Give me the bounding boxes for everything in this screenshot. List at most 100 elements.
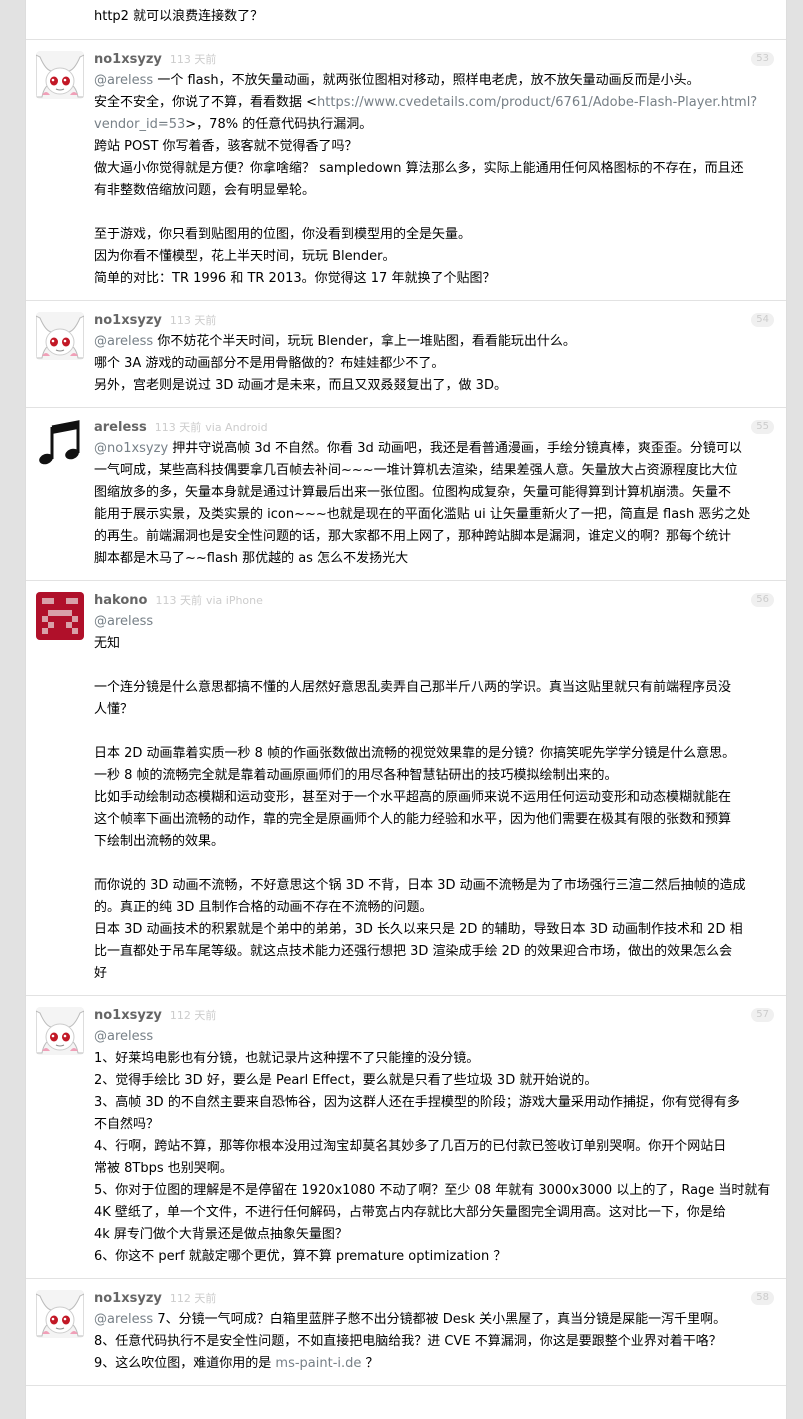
kyubey-avatar[interactable] <box>36 1290 84 1338</box>
reply-time: 113 天前 <box>154 421 202 434</box>
mention-link[interactable]: @no1xsyzy <box>94 441 168 456</box>
previous-reply-text: http2 就可以浪费连接数了？ <box>94 9 264 24</box>
reply-line: @no1xsyzy 押井守说高帧 3d 不自然。你看 3d 动画吧，我还是看普通… <box>94 438 774 460</box>
reply-item: no1xsyzy 112 天前 58 @areless 7、分镜一气呵成？白箱里蓝胖子… <box>26 1279 786 1386</box>
reply-line: 3、高帧 3D 的不自然主要来自恐怖谷，因为这群人还在手捏模型的阶段；游戏大量采… <box>94 1092 774 1114</box>
reply-time: 112 天前 <box>169 1292 217 1305</box>
line-text: 不自然吗？ <box>94 1117 160 1132</box>
kyubey-avatar[interactable] <box>36 1007 84 1055</box>
mention-link[interactable]: @areless <box>94 614 153 629</box>
line-text: 因为你看不懂模型，花上半天时间，玩玩 Blender。 <box>94 249 396 264</box>
line-text: 安全不安全，你说了不算，看看数据 < <box>94 95 318 110</box>
username-link[interactable]: areless <box>94 420 147 435</box>
floor-number-badge: 57 <box>751 1008 774 1022</box>
line-text-after: ？ <box>361 1356 379 1371</box>
line-text: 日本 3D 动画技术的积累就是个弟中的弟弟，3D 长久以来只是 2D 的辅助，导… <box>94 922 743 937</box>
kyubey-avatar[interactable] <box>36 51 84 99</box>
line-text: 的再生。前端漏洞也是安全性问题的话，那大家都不用上网了，那种跨站脚本是漏洞，谁定… <box>94 529 732 544</box>
reply-line: 跨站 POST 你写着香，骇客就不觉得香了吗？ <box>94 136 774 158</box>
line-text: 图缩放多的多，矢量本身就是通过计算最后出来一张位图。位图构成复杂，矢量可能得算到… <box>94 485 732 500</box>
external-link[interactable]: ms-paint-i.de <box>275 1356 361 1371</box>
reply-line: 有非整数倍缩放问题，会有明显晕轮。 <box>94 180 774 202</box>
line-text: 做大逼小你觉得就是方便？你拿啥缩？ sampledown 算法那么多，实际上能通… <box>94 161 744 176</box>
reply-line: 好 <box>94 963 774 985</box>
line-text: 一气呵成，某些高科技偶要拿几百帧去补间~~~一堆计算机去渲染，结果差强人意。矢量… <box>94 463 738 478</box>
line-text: 2、觉得手绘比 3D 好，要么是 Pearl Effect，要么就是只看了些垃圾… <box>94 1073 598 1088</box>
line-text: 押井守说高帧 3d 不自然。你看 3d 动画吧，我还是看普通漫画，手绘分镜真棒，… <box>168 441 742 456</box>
line-text: 7、分镜一气呵成？白箱里蓝胖子憋不出分镜都被 Desk 关小黑屋了，真当分镜是屎… <box>153 1312 727 1327</box>
floor-number-badge: 53 <box>751 52 774 66</box>
line-text: 日本 2D 动画靠着实质一秒 8 帧的作画张数做出流畅的视觉效果靠的是分镜？你搞… <box>94 746 736 761</box>
reply-line: 不自然吗？ <box>94 1114 774 1136</box>
mention-link[interactable]: @areless <box>94 73 153 88</box>
line-text: 9、这么吹位图，难道你用的是 <box>94 1356 276 1371</box>
reply-line: 日本 3D 动画技术的积累就是个弟中的弟弟，3D 长久以来只是 2D 的辅助，导… <box>94 919 774 941</box>
reply-line: 因为你看不懂模型，花上半天时间，玩玩 Blender。 <box>94 246 774 268</box>
username-link[interactable]: no1xsyzy <box>94 1291 162 1306</box>
username-link[interactable]: no1xsyzy <box>94 1008 162 1023</box>
username-link[interactable]: hakono <box>94 593 147 608</box>
reply-time: 113 天前 <box>155 594 202 607</box>
reply-line: 日本 2D 动画靠着实质一秒 8 帧的作画张数做出流畅的视觉效果靠的是分镜？你搞… <box>94 743 774 765</box>
line-text: 6、你这不 perf 就敲定哪个更优，算不算 premature optimiz… <box>94 1249 507 1264</box>
reply-line: 9、这么吹位图，难道你用的是 ms-paint-i.de ？ <box>94 1353 774 1375</box>
reply-line: @areless 7、分镜一气呵成？白箱里蓝胖子憋不出分镜都被 Desk 关小黑… <box>94 1309 774 1331</box>
reply-box: http2 就可以浪费连接数了？ no1xsyzy 113 天前 53 @areles… <box>25 0 787 1419</box>
reply-line: 5、你对于位图的理解是不是停留在 1920x1080 不动了啊？至少 08 年就… <box>94 1180 774 1202</box>
reply-time: 112 天前 <box>169 1009 217 1022</box>
reply-body: @areless 7、分镜一气呵成？白箱里蓝胖子憋不出分镜都被 Desk 关小黑… <box>94 1309 774 1375</box>
reply-line: 4K 壁纸了，单一个文件，不进行任何解码，占带宽占内存就比大部分矢量图完全调用高… <box>94 1202 774 1224</box>
username-link[interactable]: no1xsyzy <box>94 52 162 67</box>
reply-line: 简单的对比：TR 1996 和 TR 2013。你觉得这 17 年就换了个贴图？ <box>94 268 774 290</box>
external-link[interactable]: https://www.cvedetails.com/product/6761/… <box>317 95 757 110</box>
reply-header: no1xsyzy 113 天前 53 <box>94 50 774 70</box>
mention-link[interactable]: @areless <box>94 1312 153 1327</box>
reply-line: 图缩放多的多，矢量本身就是通过计算最后出来一张位图。位图构成复杂，矢量可能得算到… <box>94 482 774 504</box>
reply-header: areless 113 天前 via Android 55 <box>94 418 774 438</box>
pixel-avatar[interactable] <box>36 592 84 640</box>
reply-content: no1xsyzy 113 天前 54 @areless 你不妨花个半天时间，玩玩 Bl… <box>94 311 786 397</box>
line-text: 4K 壁纸了，单一个文件，不进行任何解码，占带宽占内存就比大部分矢量图完全调用高… <box>94 1205 726 1220</box>
line-text: 简单的对比：TR 1996 和 TR 2013。你觉得这 17 年就换了个贴图？ <box>94 271 496 286</box>
reply-header: no1xsyzy 112 天前 58 <box>94 1289 774 1309</box>
reply-line: 脚本都是木马了~~flash 那优越的 as 怎么不发扬光大 <box>94 548 774 570</box>
line-text: 脚本都是木马了~~flash 那优越的 as 怎么不发扬光大 <box>94 551 409 566</box>
reply-line: 6、你这不 perf 就敲定哪个更优，算不算 premature optimiz… <box>94 1246 774 1268</box>
reply-item: hakono 113 天前 via iPhone 56 @areless 无知 一个连分镜是… <box>26 581 786 996</box>
reply-item: areless 113 天前 via Android 55 @no1xsyzy 押井守说… <box>26 408 786 581</box>
line-text: 你不妨花个半天时间，玩玩 Blender，拿上一堆贴图，看看能玩出什么。 <box>153 334 576 349</box>
floor-number-badge: 54 <box>751 313 774 327</box>
external-link[interactable]: vendor_id=53 <box>94 117 185 132</box>
line-text: 4、行啊，跨站不算，那等你根本没用过淘宝却莫名其妙多了几百万的已付款已签收订单别… <box>94 1139 727 1154</box>
kyubey-avatar[interactable] <box>36 312 84 360</box>
reply-line: 无知 <box>94 633 774 655</box>
previous-reply-tail: http2 就可以浪费连接数了？ <box>26 0 786 40</box>
line-text: 比一直都处于吊车尾等级。就这点技术能力还强行想把 3D 渲染成手绘 2D 的效果… <box>94 944 733 959</box>
reply-line: 哪个 3A 游戏的动画部分不是用骨骼做的？布娃娃都少不了。 <box>94 353 774 375</box>
floor-number-badge: 55 <box>751 420 774 434</box>
reply-line: 1、好莱坞电影也有分镜，也就记录片这种摆不了只能撞的没分镜。 <box>94 1048 774 1070</box>
username-link[interactable]: no1xsyzy <box>94 313 162 328</box>
line-text: 3、高帧 3D 的不自然主要来自恐怖谷，因为这群人还在手捏模型的阶段；游戏大量采… <box>94 1095 740 1110</box>
reply-line: vendor_id=53>，78% 的任意代码执行漏洞。 <box>94 114 774 136</box>
reply-line: 而你说的 3D 动画不流畅，不好意思这个锅 3D 不背，日本 3D 动画不流畅是… <box>94 875 774 897</box>
reply-device: via iPhone <box>205 594 263 607</box>
reply-body: @areless 一个 flash，不放矢量动画，就两张位图相对移动，照样电老虎… <box>94 70 774 290</box>
line-text: 的。真正的纯 3D 且制作合格的动画不存在不流畅的问题。 <box>94 900 433 915</box>
reply-line: 的。真正的纯 3D 且制作合格的动画不存在不流畅的问题。 <box>94 897 774 919</box>
mention-link[interactable]: @areless <box>94 1029 153 1044</box>
line-text: 一个 flash，不放矢量动画，就两张位图相对移动，照样电老虎，放不放矢量动画反… <box>153 73 700 88</box>
music-note-avatar[interactable] <box>36 419 84 467</box>
mention-link[interactable]: @areless <box>94 334 153 349</box>
line-text: 5、你对于位图的理解是不是停留在 1920x1080 不动了啊？至少 08 年就… <box>94 1183 771 1198</box>
reply-line: 4k 屏专门做个大背景还是做点抽象矢量图？ <box>94 1224 774 1246</box>
reply-line: 常被 8Tbps 也别哭啊。 <box>94 1158 774 1180</box>
reply-line: 能用于展示实景，及类实景的 icon~~~也就是现在的平面化滥贴 ui 让矢量重… <box>94 504 774 526</box>
reply-line: @areless <box>94 1026 774 1048</box>
reply-line: 的再生。前端漏洞也是安全性问题的话，那大家都不用上网了，那种跨站脚本是漏洞，谁定… <box>94 526 774 548</box>
reply-time: 113 天前 <box>169 314 217 327</box>
reply-content: no1xsyzy 112 天前 57 @areless 1、好莱坞电影也有分镜，也就记录… <box>94 1006 786 1268</box>
floor-number-badge: 56 <box>751 593 774 607</box>
reply-body: @no1xsyzy 押井守说高帧 3d 不自然。你看 3d 动画吧，我还是看普通… <box>94 438 774 570</box>
